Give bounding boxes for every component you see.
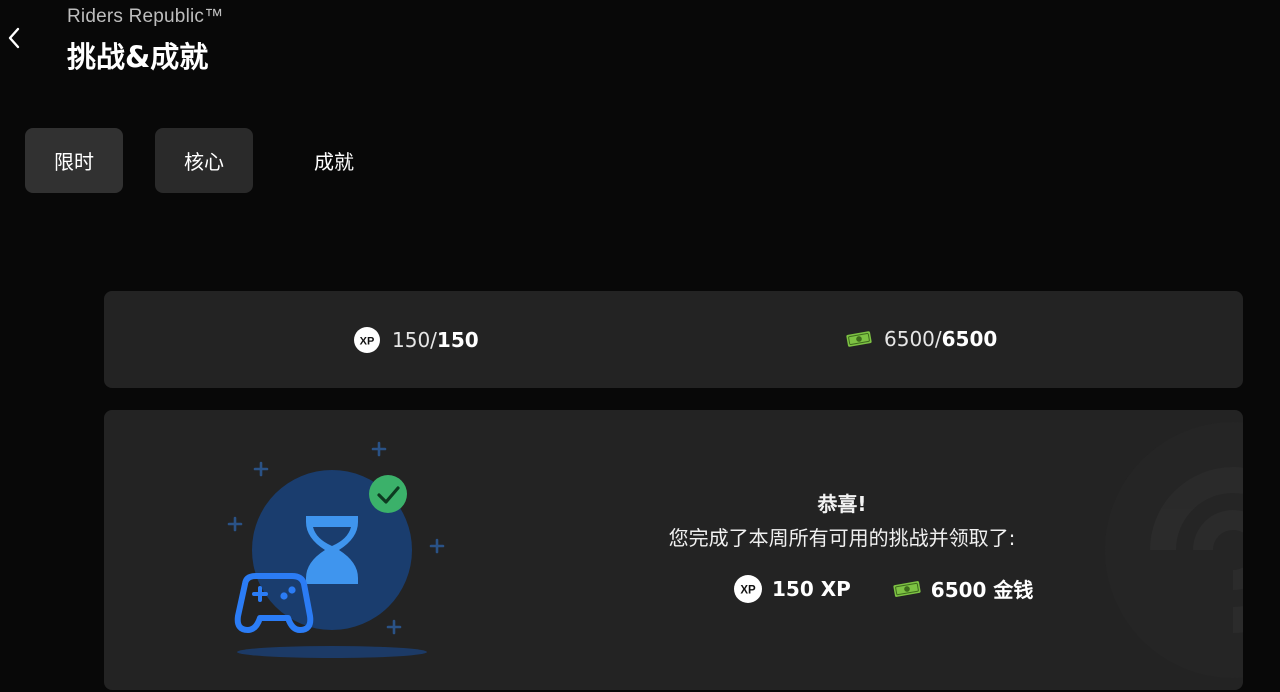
svg-text:XP: XP <box>740 584 756 596</box>
page: Riders Republic™ 挑战&成就 限时 核心 成就 XP 150/ … <box>0 0 1280 692</box>
reward-xp: XP 150 XP <box>734 574 851 603</box>
xp-current: 150/ <box>392 328 437 352</box>
xp-icon: XP <box>354 327 380 353</box>
tab-achievements[interactable]: 成就 <box>285 128 383 193</box>
money-current: 6500/ <box>884 327 942 351</box>
money-icon <box>893 579 921 599</box>
challenges-complete-illustration <box>218 438 448 667</box>
reward-list: XP 150 XP 6500 金钱 <box>734 574 1075 603</box>
tab-core[interactable]: 核心 <box>155 128 253 193</box>
money-progress: 6500/ 6500 <box>846 327 997 351</box>
chevron-left-icon <box>8 27 20 49</box>
reward-money: 6500 金钱 <box>893 574 1034 603</box>
reward-money-label: 6500 金钱 <box>930 578 1034 602</box>
money-max: 6500 <box>941 327 998 351</box>
reward-xp-label: 150 XP <box>772 576 851 601</box>
back-button[interactable] <box>0 18 28 58</box>
page-title: 挑战&成就 <box>67 40 209 74</box>
ubisoft-logo-watermark <box>1103 420 1243 684</box>
tab-limited[interactable]: 限时 <box>25 128 123 193</box>
game-title: Riders Republic™ <box>67 6 224 27</box>
money-icon <box>846 330 872 348</box>
completion-message: 您完成了本周所有可用的挑战并领取了: <box>668 526 1016 550</box>
xp-progress: XP 150/ 150 <box>354 327 479 353</box>
progress-summary-card: XP 150/ 150 6500/ 6500 <box>104 291 1243 388</box>
congrats-title: 恭喜! <box>817 492 867 516</box>
svg-text:XP: XP <box>360 336 375 348</box>
tab-bar: 限时 核心 成就 <box>25 128 415 193</box>
completion-card: 恭喜! 您完成了本周所有可用的挑战并领取了: XP 150 XP 6500 金钱 <box>104 410 1243 690</box>
xp-max: 150 <box>436 328 479 352</box>
xp-icon: XP <box>734 574 762 603</box>
